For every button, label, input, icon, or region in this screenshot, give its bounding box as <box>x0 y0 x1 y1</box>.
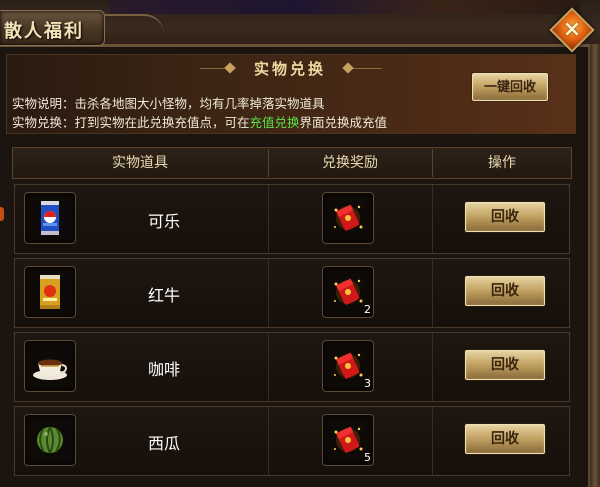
red-envelope-icon <box>322 192 374 244</box>
watermelon-icon <box>24 414 76 466</box>
info-description: 实物说明：击杀各地图大小怪物，均有几率掉落实物道具 <box>12 96 325 111</box>
row-divider <box>432 259 433 327</box>
column-header-action: 操作 <box>488 155 516 171</box>
info-exchange-note: 实物兑换：打到实物在此兑换充值点，可在充值兑换界面兑换成充值 <box>12 112 387 131</box>
left-edge-knob <box>0 207 4 221</box>
cola-can-icon <box>24 192 76 244</box>
column-header-item: 实物道具 <box>112 155 168 171</box>
reward-quantity: 3 <box>364 377 371 390</box>
close-icon: × <box>562 17 582 42</box>
reward-quantity: 5 <box>364 451 371 464</box>
item-name: 西瓜 <box>147 434 180 453</box>
exchange-note-suffix: 界面兑换成充值 <box>299 115 388 130</box>
recycle-button[interactable]: 回收 <box>465 424 545 454</box>
title-ornament <box>104 14 164 42</box>
exchange-note-prefix: 实物兑换：打到实物在此兑换充值点，可在 <box>12 115 250 130</box>
recycle-button[interactable]: 回收 <box>465 276 545 306</box>
window-title: 散人福利 <box>4 21 84 42</box>
row-divider <box>268 185 269 253</box>
item-name: 可乐 <box>147 212 180 231</box>
recharge-exchange-link[interactable]: 充值兑换 <box>250 115 300 130</box>
section-title: 实物兑换 <box>253 60 326 78</box>
row-divider <box>268 333 269 401</box>
row-divider <box>432 185 433 253</box>
recycle-button[interactable]: 回收 <box>465 350 545 380</box>
column-header-reward: 兑换奖励 <box>322 155 378 171</box>
reward-quantity: 2 <box>364 303 371 316</box>
coffee-cup-icon <box>24 340 76 392</box>
collect-all-button[interactable]: 一键回收 <box>472 73 548 101</box>
row-divider <box>432 333 433 401</box>
row-divider <box>432 407 433 475</box>
item-name: 红牛 <box>147 286 180 305</box>
row-divider <box>268 259 269 327</box>
scene-banner <box>110 0 580 14</box>
window-title-tab: 散人福利 <box>0 10 105 46</box>
recycle-button[interactable]: 回收 <box>465 202 545 232</box>
panel-right-rail <box>590 44 600 487</box>
row-divider <box>268 407 269 475</box>
item-name: 咖啡 <box>147 360 180 379</box>
energy-drink-can-icon <box>24 266 76 318</box>
